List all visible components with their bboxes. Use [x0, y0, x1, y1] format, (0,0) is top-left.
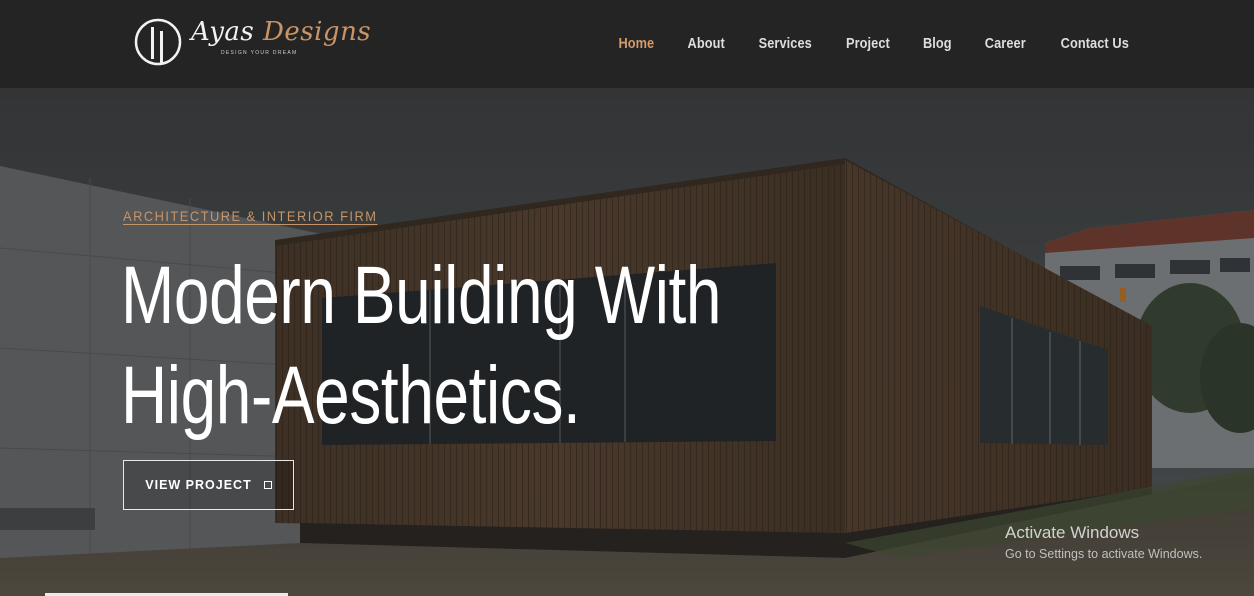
- nav-about[interactable]: About: [687, 36, 724, 52]
- logo[interactable]: Ayas Designs DESIGN YOUR DREAM: [133, 14, 371, 70]
- nav-career[interactable]: Career: [985, 36, 1026, 52]
- activate-windows-watermark: Activate Windows Go to Settings to activ…: [1005, 523, 1202, 561]
- logo-name-part2: Designs: [263, 17, 372, 47]
- site-header: Ayas Designs DESIGN YOUR DREAM Home Abou…: [0, 0, 1254, 88]
- view-project-label: VIEW PROJECT: [145, 478, 252, 492]
- logo-tagline: DESIGN YOUR DREAM: [221, 50, 298, 56]
- hero-eyebrow: ARCHITECTURE & INTERIOR FIRM: [123, 208, 378, 224]
- square-icon: [263, 481, 272, 489]
- logo-name: Ayas Designs: [191, 17, 371, 47]
- watermark-subtitle: Go to Settings to activate Windows.: [1005, 547, 1203, 561]
- nav-project[interactable]: Project: [846, 36, 890, 52]
- nav-services[interactable]: Services: [759, 36, 812, 52]
- nav-home[interactable]: Home: [618, 36, 654, 52]
- watermark-title: Activate Windows: [1005, 523, 1140, 542]
- hero-headline: Modern Building With High-Aesthetics.: [121, 246, 722, 446]
- main-nav: Home About Services Project Blog Career …: [588, 0, 1134, 88]
- hero-headline-line2: High-Aesthetics.: [121, 350, 581, 441]
- logo-wordmark: Ayas Designs DESIGN YOUR DREAM: [191, 17, 371, 67]
- view-project-button[interactable]: VIEW PROJECT: [123, 460, 294, 510]
- logo-name-part1: Ayas: [191, 17, 255, 47]
- logo-mark-icon: [134, 18, 182, 66]
- hero-section: ARCHITECTURE & INTERIOR FIRM Modern Buil…: [0, 88, 1254, 596]
- nav-blog[interactable]: Blog: [923, 36, 952, 52]
- hero-headline-line1: Modern Building With: [121, 250, 722, 341]
- nav-contact-us[interactable]: Contact Us: [1061, 36, 1129, 52]
